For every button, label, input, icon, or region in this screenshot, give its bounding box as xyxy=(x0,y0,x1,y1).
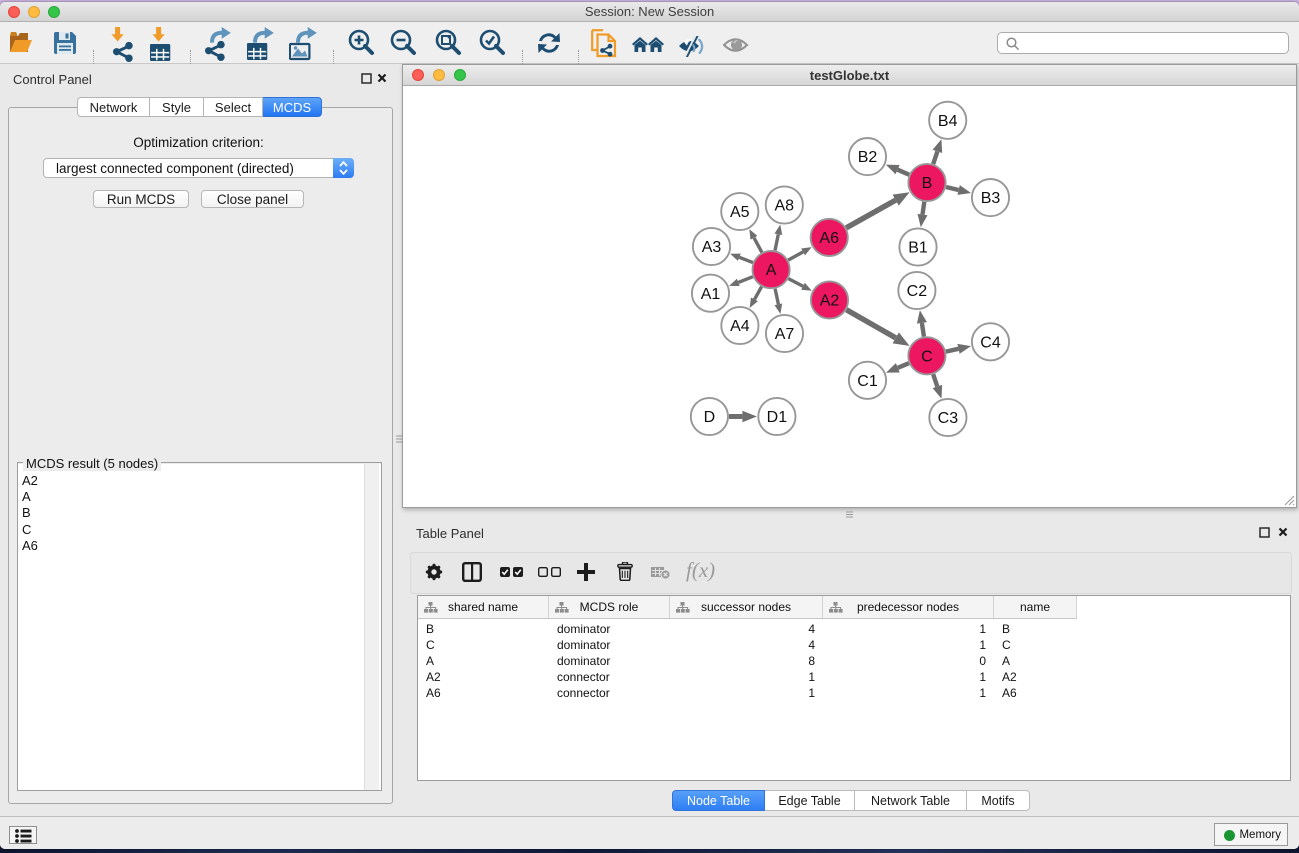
svg-text:C1: C1 xyxy=(857,373,878,390)
svg-text:D: D xyxy=(704,409,716,426)
svg-text:A5: A5 xyxy=(730,204,750,221)
svg-text:A8: A8 xyxy=(775,198,795,215)
svg-text:A1: A1 xyxy=(701,286,721,303)
svg-text:B1: B1 xyxy=(908,240,928,257)
svg-text:A7: A7 xyxy=(775,326,795,343)
svg-text:B4: B4 xyxy=(938,113,958,130)
svg-text:D1: D1 xyxy=(767,409,788,426)
svg-text:B3: B3 xyxy=(981,190,1001,207)
svg-text:A4: A4 xyxy=(730,318,750,335)
svg-text:C: C xyxy=(921,348,933,365)
svg-text:B: B xyxy=(922,175,933,192)
svg-text:A6: A6 xyxy=(819,230,839,247)
svg-text:C4: C4 xyxy=(980,334,1001,351)
svg-text:C2: C2 xyxy=(907,283,928,300)
svg-text:A2: A2 xyxy=(820,293,840,310)
svg-text:B2: B2 xyxy=(858,149,878,166)
svg-text:C3: C3 xyxy=(938,410,959,427)
svg-text:A: A xyxy=(766,262,777,279)
svg-text:A3: A3 xyxy=(702,239,722,256)
